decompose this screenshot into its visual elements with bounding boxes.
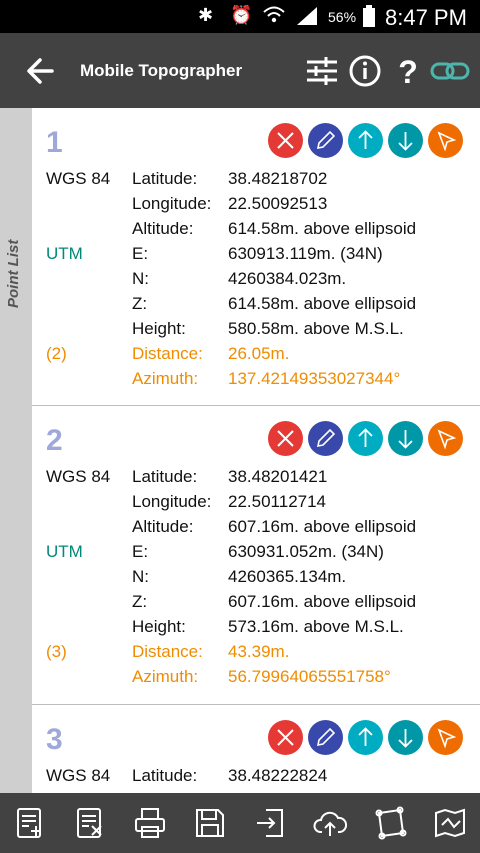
move-up-icon[interactable] [348,421,383,456]
azimuth-value: 56.79964065551758° [228,667,391,686]
latitude-label: Latitude: [132,467,198,486]
edit-pencil-icon[interactable] [308,421,343,456]
latitude-label: Latitude: [132,766,198,785]
point-list[interactable]: 1 WGS 84 Latitude: 38.48218702 Longitude: 2… [32,108,480,793]
longitude-value: 22.50092513 [228,194,328,213]
battery-icon [362,5,376,32]
distance-value: 26.05m. [228,344,290,363]
easting-label: E: [132,244,149,263]
altitude-label: Altitude: [132,219,194,238]
northing-value: 4260365.134m. [228,567,347,586]
utm-label: UTM [46,542,83,561]
alarm-icon: ⏰ [230,5,253,26]
back-arrow-icon[interactable] [22,53,58,89]
move-down-icon[interactable] [388,720,423,755]
longitude-label: Longitude: [132,194,212,213]
easting-value: 630931.052m. (34N) [228,542,384,561]
height-label: Height: [132,319,186,338]
reference-point: (2) [46,344,67,363]
map-icon[interactable] [432,805,468,841]
altitude-value: 607.16m. above ellipsoid [228,517,417,536]
status-time: 8:47 PM [385,5,467,30]
longitude-label: Longitude: [132,492,212,511]
bottom-toolbar [0,793,480,853]
point-card: 1 WGS 84 Latitude: 38.48218702 Longitude: 2… [32,108,480,406]
wgs-label: WGS 84 [46,766,111,785]
navigate-icon[interactable] [428,720,463,755]
move-down-icon[interactable] [388,421,423,456]
point-number: 3 [46,723,63,756]
sliders-icon[interactable] [304,53,340,89]
info-icon[interactable] [347,53,383,89]
navigate-icon[interactable] [428,421,463,456]
signal-icon [295,5,319,30]
export-icon[interactable] [252,805,288,841]
delete-icon[interactable] [268,720,303,755]
z-label: Z: [132,294,148,313]
wgs-label: WGS 84 [46,169,111,188]
wifi-icon [262,5,286,30]
print-icon[interactable] [132,805,168,841]
app-title: Mobile Topographer [80,61,243,80]
distance-value: 43.39m. [228,642,290,661]
northing-value: 4260384.023m. [228,269,347,288]
point-number: 2 [46,424,63,457]
latitude-value: 38.48222824 [228,766,328,785]
reference-point: (3) [46,642,67,661]
polygon-icon[interactable] [372,805,408,841]
easting-value: 630913.119m. (34N) [228,244,383,263]
add-list-icon[interactable] [12,805,48,841]
link-icon[interactable] [430,53,470,89]
edit-pencil-icon[interactable] [308,123,343,158]
clear-list-icon[interactable] [72,805,108,841]
point-card: 3 WGS 84 Latitude: 38.48222824 [32,705,480,793]
height-value: 573.16m. above M.S.L. [228,617,404,636]
point-list-tab[interactable]: Point List [0,108,32,793]
azimuth-label: Azimuth: [132,667,199,686]
z-value: 614.58m. above ellipsoid [228,294,417,313]
azimuth-label: Azimuth: [132,369,199,388]
svg-text:?: ? [398,54,418,89]
latitude-label: Latitude: [132,169,198,188]
azimuth-value: 137.42149353027344° [228,369,401,388]
cloud-upload-icon[interactable] [312,805,348,841]
distance-label: Distance: [132,642,203,661]
latitude-value: 38.48218702 [228,169,328,188]
altitude-label: Altitude: [132,517,194,536]
help-icon[interactable]: ? [390,53,426,90]
app-bar: Mobile Topographer ? [0,33,480,108]
altitude-value: 614.58m. above ellipsoid [228,219,417,238]
northing-label: N: [132,269,149,288]
latitude-value: 38.48201421 [228,467,328,486]
point-list-tab-label: Point List [5,239,22,308]
northing-label: N: [132,567,149,586]
z-label: Z: [132,592,148,611]
height-label: Height: [132,617,186,636]
move-up-icon[interactable] [348,720,383,755]
delete-icon[interactable] [268,421,303,456]
edit-pencil-icon[interactable] [308,720,343,755]
bluetooth-icon: ✱ [198,5,214,26]
save-icon[interactable] [192,805,228,841]
wgs-label: WGS 84 [46,467,111,486]
status-bar: ✱ ⏰ 56% 8:47 PM [0,0,480,33]
move-up-icon[interactable] [348,123,383,158]
height-value: 580.58m. above M.S.L. [228,319,404,338]
utm-label: UTM [46,244,83,263]
longitude-value: 22.50112714 [228,492,327,511]
delete-icon[interactable] [268,123,303,158]
point-number: 1 [46,126,63,159]
distance-label: Distance: [132,344,203,363]
battery-percent: 56% [328,9,357,25]
navigate-icon[interactable] [428,123,463,158]
easting-label: E: [132,542,149,561]
point-card: 2 WGS 84 Latitude: 38.48201421 Longitude: 2… [32,406,480,705]
move-down-icon[interactable] [388,123,423,158]
z-value: 607.16m. above ellipsoid [228,592,417,611]
